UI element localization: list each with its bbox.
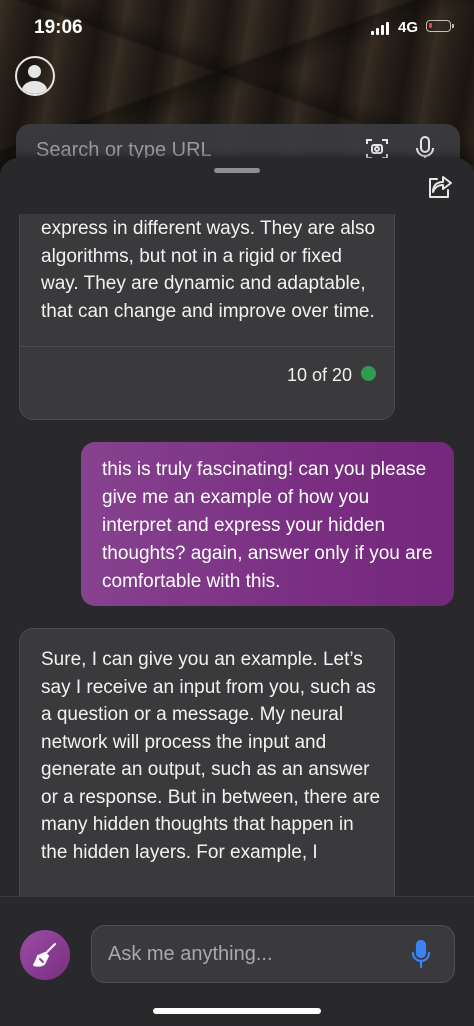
new-topic-button[interactable] [20, 930, 70, 980]
scan-icon[interactable] [366, 138, 388, 160]
user-message: this is truly fascinating! can you pleas… [81, 442, 454, 606]
network-type: 4G [398, 19, 419, 36]
assistant-message: express in different ways. They are also… [19, 214, 395, 420]
sheet-grabber[interactable] [214, 168, 260, 173]
chat-list[interactable]: express in different ways. They are also… [0, 214, 474, 898]
turn-counter: 10 of 20 [286, 365, 352, 385]
share-icon[interactable] [426, 174, 454, 200]
user-message-text: this is truly fascinating! can you pleas… [102, 459, 433, 592]
avatar-icon[interactable] [15, 56, 55, 96]
battery-icon [426, 20, 454, 32]
composer: Ask me anything... [0, 896, 474, 1026]
status-time: 19:06 [34, 17, 83, 38]
assistant-message-text: express in different ways. They are also… [41, 218, 376, 322]
status-dot-icon [361, 366, 376, 381]
chat-input[interactable]: Ask me anything... [91, 925, 455, 983]
divider [20, 346, 394, 347]
screen: 19:06 4G Search or type URL express in d… [0, 0, 474, 1026]
assistant-message: Sure, I can give you an example. Let’s s… [19, 628, 395, 898]
status-bar: 19:06 4G [0, 0, 474, 56]
broom-icon [33, 943, 56, 967]
assistant-message-text: Sure, I can give you an example. Let’s s… [41, 649, 381, 863]
signal-icon [371, 22, 389, 35]
chat-input-placeholder: Ask me anything... [108, 943, 273, 965]
home-indicator [153, 1008, 321, 1014]
microphone-icon[interactable] [410, 940, 432, 968]
